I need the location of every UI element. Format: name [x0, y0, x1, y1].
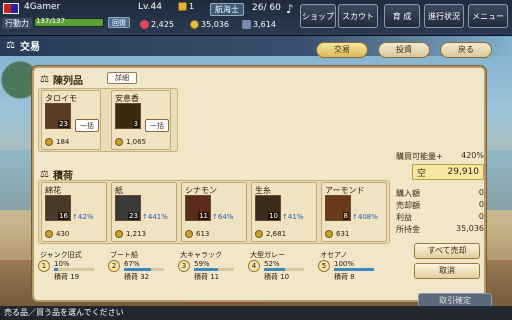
cargo-item-card[interactable]: 生糸 10 ↑41% 2,681 [251, 182, 317, 242]
hearts-stat: 2,425 [140, 20, 174, 29]
coin-icon [45, 138, 53, 146]
recover-button[interactable]: 回復 [108, 17, 130, 28]
capacity-box: 空 29,910 [412, 164, 484, 180]
ship-slot[interactable]: 大キャラック 3 59% 積荷 11 [178, 251, 244, 296]
tickets-stat: 3,614 [242, 20, 276, 29]
money-row: 所持金 35,036 [396, 224, 484, 234]
back-button[interactable]: 戻る [440, 42, 492, 58]
cargo-item-card[interactable]: シナモン 11 ↑64% 613 [181, 182, 247, 242]
coin-icon [255, 230, 263, 238]
ship-slot[interactable]: オセアノ 5 100% 積荷 8 [318, 251, 384, 296]
coins-stat: 35,036 [190, 20, 229, 29]
music-note-icon: ♪ [286, 2, 294, 16]
capacity-amount: 29,910 [447, 167, 480, 177]
action-points-value: 137/137 [36, 17, 66, 25]
nation-flag-icon [3, 3, 19, 14]
cinnamon-icon: 11 [185, 195, 211, 221]
progress-button[interactable]: 進行状況 [424, 4, 464, 28]
coin-icon [325, 230, 333, 238]
display-items-title: ⚖ 陳列品 [40, 74, 83, 87]
slot-count: 26/ 60 [252, 3, 281, 13]
ship-load-bar [194, 268, 234, 271]
scale-icon: ⚖ [6, 40, 15, 51]
top-status-bar: 4Gamer Lv.44 1 航海士 26/ 60 ♪ 行動力 137/137 … [0, 0, 512, 36]
ticket-icon [242, 20, 251, 29]
music-toggle[interactable]: ♪ [286, 2, 294, 16]
cotton-icon: 16 [45, 195, 71, 221]
player-name: 4Gamer [24, 2, 61, 12]
paper-icon: 23 [115, 195, 141, 221]
menu-button[interactable]: メニュー [468, 4, 508, 28]
ship-load-bar [54, 268, 94, 271]
status-message: 売る品／買う品を選んでください [0, 306, 512, 320]
almond-icon: 8 [325, 195, 351, 221]
gift-stat[interactable]: 1 [178, 2, 194, 11]
ship-load-fill [264, 268, 285, 271]
shop-button[interactable]: ショップ [300, 4, 336, 28]
ship-load-fill [334, 268, 374, 271]
capacity-icon: 空 [417, 168, 427, 179]
ship-slot[interactable]: ブート船 2 67% 積荷 32 [108, 251, 174, 296]
cancel-button[interactable]: 取消 [414, 263, 480, 279]
train-button[interactable]: 育 成 [384, 4, 420, 28]
price-up-indicator: ↑41% [282, 213, 304, 221]
coin-icon [115, 230, 123, 238]
coin-icon [185, 230, 193, 238]
tab-trade[interactable]: 交易 [316, 42, 368, 58]
gift-icon [178, 2, 187, 11]
price-up-indicator: ↑441% [142, 213, 168, 221]
detail-button[interactable]: 詳細 [107, 72, 137, 84]
taro-icon: 23 [45, 103, 71, 129]
capacity-row: 購買可能量+ 420% [396, 151, 484, 161]
raw-silk-icon: 10 [255, 195, 281, 221]
scale-icon: ⚖ [40, 169, 49, 180]
price-up-indicator: ↑408% [352, 213, 378, 221]
cargo-item-card[interactable]: アーモンド 8 ↑408% 631 [321, 182, 387, 242]
cargo-item-card[interactable]: 紙 23 ↑441% 1,213 [111, 182, 177, 242]
ship-load-bar [264, 268, 304, 271]
bulk-buy-button[interactable]: 一括 [75, 119, 99, 132]
coin-icon [115, 138, 123, 146]
coin-icon [45, 230, 53, 238]
page-title: 交易 [20, 42, 40, 53]
sell-all-button[interactable]: すべて売却 [414, 243, 480, 259]
rank-badge: 航海士 [210, 3, 244, 16]
display-item-card[interactable]: タロイモ 23 一括 184 [41, 90, 101, 150]
player-level: Lv.44 [138, 2, 162, 12]
bulk-buy-button[interactable]: 一括 [145, 119, 169, 132]
ship-load-fill [54, 268, 58, 271]
ship-load-fill [194, 268, 218, 271]
ship-load-bar [334, 268, 374, 271]
ship-slot[interactable]: 大型ガレー 4 52% 積荷 10 [248, 251, 314, 296]
scale-icon: ⚖ [40, 74, 49, 85]
ship-load-bar [124, 268, 164, 271]
price-up-indicator: ↑42% [72, 213, 94, 221]
scout-button[interactable]: スカウト [338, 4, 378, 28]
section-header [0, 36, 512, 56]
coin-icon [190, 20, 199, 29]
heart-icon [140, 20, 149, 29]
tab-invest[interactable]: 投資 [378, 42, 430, 58]
price-up-indicator: ↑64% [212, 213, 234, 221]
sell-amount-row: 売却額 0 [396, 200, 484, 210]
action-points-label: 行動力 [2, 18, 32, 29]
cargo-item-card[interactable]: 綿花 16 ↑42% 430 [41, 182, 107, 242]
ship-load-fill [124, 268, 151, 271]
ship-slot[interactable]: ジャンク旧式 1 10% 積荷 19 [38, 251, 104, 296]
display-item-card[interactable]: 安息香 3 一括 1,065 [111, 90, 171, 150]
buy-amount-row: 購入額 0 [396, 188, 484, 198]
benzoin-icon: 3 [115, 103, 141, 129]
profit-row: 利益 0 [396, 212, 484, 222]
